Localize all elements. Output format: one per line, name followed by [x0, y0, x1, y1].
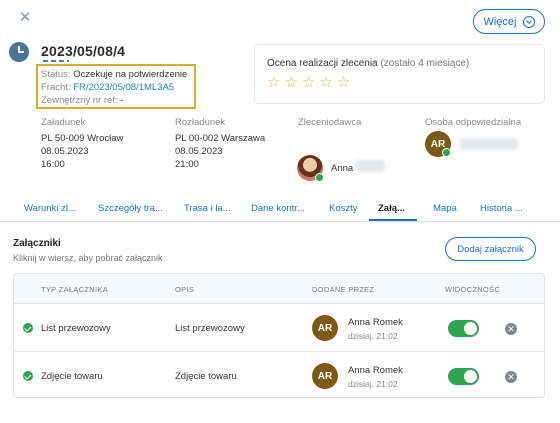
- unloading-place: PL 00-002 Warszawa: [175, 133, 266, 144]
- date-underline: [43, 60, 69, 62]
- loading-header: Załadunek: [41, 117, 86, 128]
- add-attachment-button[interactable]: Dodaj załącznik: [445, 237, 536, 261]
- loading-date: 08.05.2023: [41, 146, 89, 157]
- attachment-type: List przewozowy: [41, 323, 111, 334]
- star-icon[interactable]: ☆: [319, 75, 332, 91]
- status-value: Oczekuje na potwierdzenie: [73, 69, 188, 80]
- status-label: Status:: [41, 69, 71, 80]
- table-row[interactable]: List przewozowy List przewozowy AR Anna …: [14, 304, 544, 351]
- check-icon: [23, 323, 33, 333]
- column-header-added-by: DODANE PRZEZ: [312, 285, 375, 294]
- avatar: AR: [312, 363, 338, 389]
- loading-time: 16:00: [41, 159, 65, 170]
- external-ref-value: -: [120, 95, 124, 106]
- star-icon[interactable]: ☆: [302, 75, 315, 91]
- loading-place: PL 50-009 Wrocław: [41, 133, 124, 144]
- tab-attachments[interactable]: Załą...: [378, 203, 405, 214]
- freight-row: Fracht: FR/2023/05/08/1ML3A5: [41, 81, 191, 94]
- attachment-type: Zdjęcie towaru: [41, 371, 103, 382]
- rating-remaining: (zostało 4 miesiące): [380, 58, 470, 69]
- star-icon[interactable]: ☆: [267, 75, 280, 91]
- external-ref-label: Zewnętrzny nr ref:: [41, 95, 118, 106]
- online-status-dot: [315, 173, 324, 182]
- attachments-subtitle: Kliknij w wiersz, aby pobrać załącznik: [13, 253, 163, 263]
- unloading-column: Rozładunek PL 00-002 Warszawa 08.05.2023…: [175, 117, 265, 171]
- added-by-name: Anna Romek: [348, 317, 403, 328]
- table-row[interactable]: Zdjęcie towaru Zdjęcie towaru AR Anna Ro…: [14, 351, 544, 397]
- attachments-title: Załączniki: [13, 238, 61, 249]
- responsible-header: Osoba odpowiedzialna: [425, 117, 522, 128]
- star-icon[interactable]: ☆: [284, 75, 297, 91]
- rating-title-text: Ocena realizacji zlecenia: [267, 58, 378, 69]
- status-row: Status: Oczekuje na potwierdzenie: [41, 68, 191, 81]
- active-tab-indicator: [369, 219, 417, 221]
- attachments-table: TYP ZAŁĄCZNIKA OPIS DODANE PRZEZ WIDOCZN…: [13, 273, 545, 398]
- tab-bar: Warunki zl... Szczegóły tra... Trasa i ł…: [0, 198, 560, 222]
- column-header-type: TYP ZAŁĄCZNIKA: [41, 285, 108, 294]
- added-at: dzisiaj, 21:02: [348, 379, 398, 389]
- clock-icon: [9, 42, 29, 62]
- column-header-visibility: WIDOCZNOŚĆ: [445, 285, 501, 294]
- tab-transport-details[interactable]: Szczegóły tra...: [98, 203, 163, 214]
- attachment-description: Zdjęcie towaru: [175, 371, 237, 382]
- attachment-description: List przewozowy: [175, 323, 245, 334]
- column-header-description: OPIS: [175, 285, 195, 294]
- client-column: Zleceniodawca: [298, 117, 361, 132]
- client-header: Zleceniodawca: [298, 117, 362, 128]
- client-name: Anna: [331, 163, 354, 174]
- tab-contractor[interactable]: Dane kontr...: [251, 203, 305, 214]
- avatar: AR: [312, 315, 338, 341]
- freight-label: Fracht:: [41, 82, 71, 93]
- tab-map[interactable]: Mapa: [433, 203, 457, 214]
- rating-card: Ocena realizacji zlecenia (zostało 4 mie…: [254, 44, 545, 104]
- chevron-down-icon: [522, 15, 535, 28]
- visibility-toggle[interactable]: [448, 368, 479, 385]
- rating-stars: ☆ ☆ ☆ ☆ ☆: [267, 75, 532, 91]
- unloading-date: 08.05.2023: [175, 146, 223, 157]
- more-button[interactable]: Więcej: [473, 9, 545, 34]
- added-by-name: Anna Romek: [348, 365, 403, 376]
- order-date: 2023/05/08/4: [41, 43, 126, 59]
- blurred-client-surname: [355, 160, 385, 172]
- unloading-time: 21:00: [175, 159, 199, 170]
- tab-history[interactable]: Historia ...: [480, 203, 523, 214]
- tab-route[interactable]: Trasa i ła...: [184, 203, 231, 214]
- visibility-toggle[interactable]: [448, 320, 479, 337]
- external-ref-row: Zewnętrzny nr ref: -: [41, 94, 191, 107]
- close-icon[interactable]: ✕: [17, 10, 33, 26]
- freight-link[interactable]: FR/2023/05/08/1ML3A5: [73, 82, 174, 93]
- loading-column: Załadunek PL 50-009 Wrocław 08.05.2023 1…: [41, 117, 123, 171]
- delete-icon[interactable]: ✕: [505, 323, 517, 335]
- star-icon[interactable]: ☆: [337, 75, 350, 91]
- online-status-dot: [442, 148, 451, 157]
- status-box: Status: Oczekuje na potwierdzenie Fracht…: [36, 64, 196, 109]
- more-button-label: Więcej: [483, 15, 517, 28]
- tab-conditions[interactable]: Warunki zl...: [24, 203, 76, 214]
- tab-costs[interactable]: Koszty: [329, 203, 358, 214]
- added-at: dzisiaj, 21:02: [348, 331, 398, 341]
- blurred-responsible-name: [460, 138, 518, 150]
- table-header: TYP ZAŁĄCZNIKA OPIS DODANE PRZEZ WIDOCZN…: [14, 274, 544, 304]
- rating-title: Ocena realizacji zlecenia (zostało 4 mie…: [267, 58, 532, 69]
- check-icon: [23, 371, 33, 381]
- responsible-column: Osoba odpowiedzialna: [425, 117, 521, 132]
- delete-icon[interactable]: ✕: [505, 371, 517, 383]
- unloading-header: Rozładunek: [175, 117, 226, 128]
